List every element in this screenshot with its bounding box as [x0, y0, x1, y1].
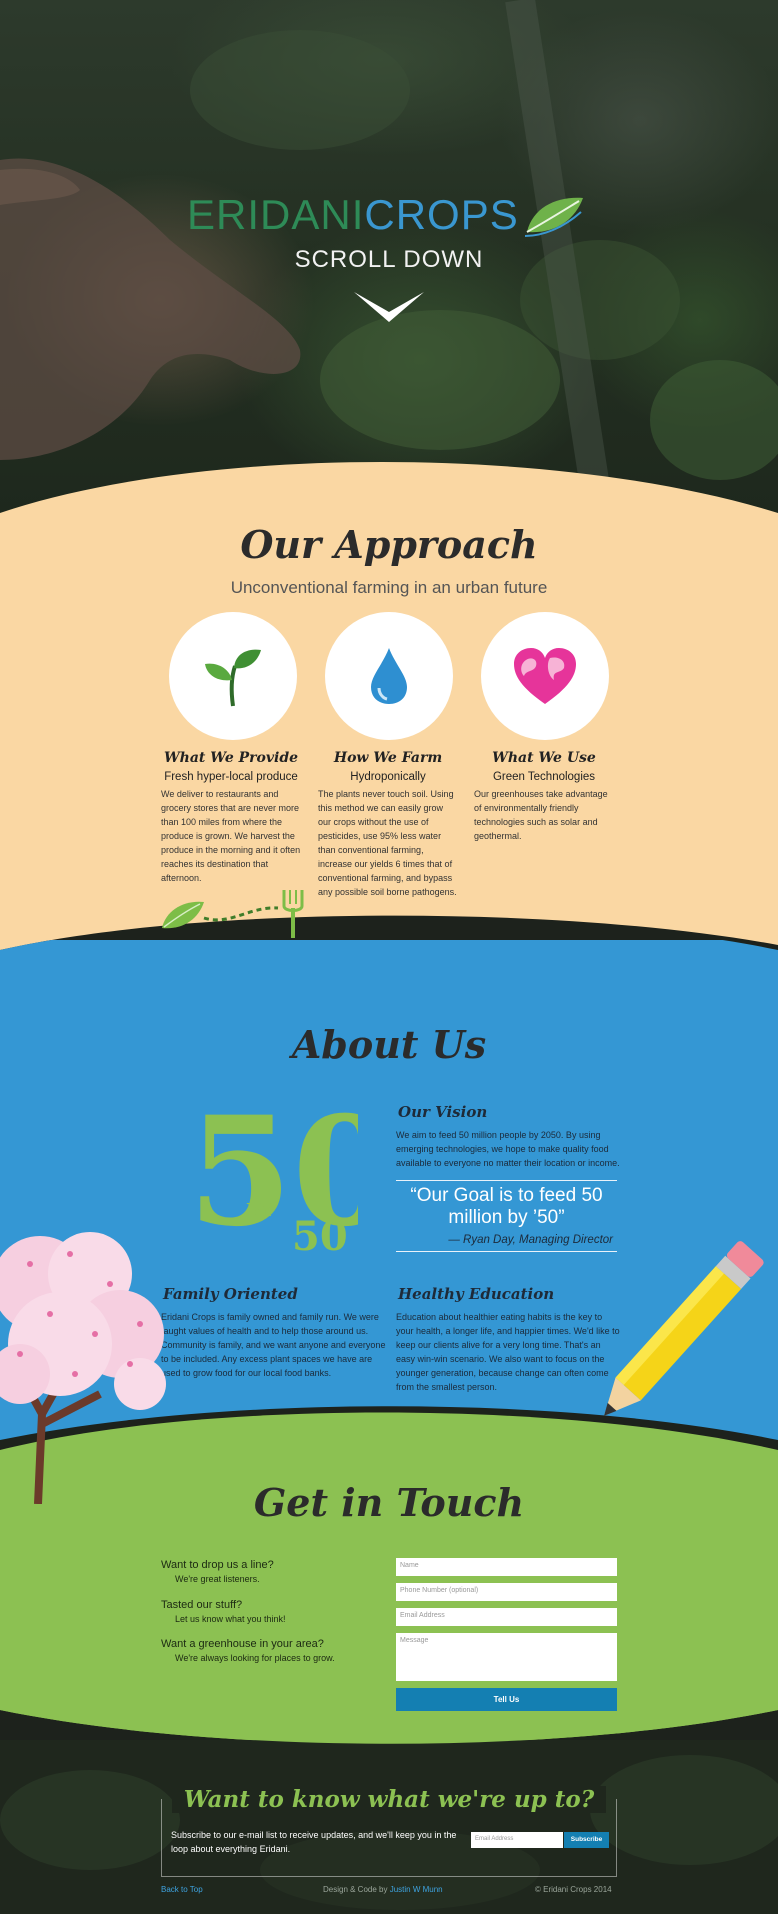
vision-text: We aim to feed 50 million people by 2050…	[396, 1130, 620, 1168]
back-to-top-link[interactable]: Back to Top	[161, 1885, 203, 1894]
subscribe-button[interactable]: Subscribe	[564, 1832, 609, 1848]
about-title: About Us	[291, 1022, 487, 1067]
phone-field[interactable]: Phone Number (optional)	[396, 1583, 617, 1601]
farm-column: How We Farm Hydroponically The plants ne…	[318, 750, 458, 899]
credit-author-link[interactable]: Justin W Munn	[390, 1885, 443, 1894]
chevron-down-icon[interactable]	[354, 290, 424, 324]
leaf-icon	[524, 197, 583, 237]
provide-column: What We Provide Fresh hyper-local produc…	[161, 750, 301, 885]
name-field[interactable]: Name	[396, 1558, 617, 1576]
logo-word-crops: CROPS	[364, 191, 519, 238]
fifty-by-fifty-logo: 50 BY 50	[188, 1106, 358, 1254]
farm-title: How We Farm	[333, 750, 443, 766]
vision-title: Our Vision	[398, 1103, 488, 1121]
tell-us-button[interactable]: Tell Us	[396, 1688, 617, 1711]
leaf-fork-illustration	[162, 890, 304, 938]
family-text: Eridani Crops is family owned and family…	[161, 1312, 386, 1378]
use-subtitle: Green Technologies	[492, 771, 596, 783]
hero-banner: ERIDANI CROPS SCROLL DOWN	[0, 0, 778, 520]
pencil-illustration	[604, 1241, 764, 1416]
site-logo[interactable]: ERIDANI CROPS	[187, 190, 585, 240]
newsletter-email-input[interactable]: Email Address	[471, 1832, 563, 1848]
provide-subtitle: Fresh hyper-local produce	[164, 771, 298, 783]
contact-answer-2: Let us know what you think!	[175, 1614, 286, 1624]
contact-title: Get in Touch	[253, 1480, 525, 1525]
family-title: Family Oriented	[163, 1285, 298, 1303]
provide-text: We deliver to restaurants and grocery st…	[161, 789, 301, 883]
approach-subtitle: Unconventional farming in an urban futur…	[230, 578, 548, 597]
newsletter-text: Subscribe to our e-mail list to receive …	[171, 1830, 457, 1854]
contact-question-2: Tasted our stuff?	[161, 1599, 243, 1611]
farm-subtitle: Hydroponically	[350, 771, 426, 783]
contact-answer-1: We're great listeners.	[175, 1574, 260, 1584]
copyright: © Eridani Crops 2014	[535, 1885, 612, 1894]
globe-heart-icon	[514, 648, 576, 704]
logo-year: 50	[292, 1213, 348, 1254]
newsletter-title: Want to know what we're up to?	[171, 1786, 607, 1813]
scroll-down-label[interactable]: SCROLL DOWN	[0, 246, 778, 274]
approach-title: Our Approach	[240, 522, 538, 567]
provide-circle	[169, 612, 297, 740]
education-title: Healthy Education	[398, 1285, 555, 1303]
contact-answer-3: We're always looking for places to grow.	[175, 1653, 335, 1663]
farm-circle	[325, 612, 453, 740]
contact-question-3: Want a greenhouse in your area?	[161, 1638, 324, 1650]
cherry-tree-illustration	[0, 1232, 166, 1504]
farm-text: The plants never touch soil. Using this …	[318, 789, 457, 897]
use-circle	[481, 612, 609, 740]
use-title: What We Use	[492, 750, 596, 766]
contact-question-1: Want to drop us a line?	[161, 1559, 274, 1571]
credit-line: Design & Code by Justin W Munn	[323, 1885, 443, 1894]
provide-title: What We Provide	[163, 750, 299, 766]
use-text: Our greenhouses take advantage of enviro…	[474, 789, 608, 841]
credit-prefix: Design & Code by	[323, 1885, 390, 1894]
message-field[interactable]: Message	[396, 1633, 617, 1681]
use-column: What We Use Green Technologies Our green…	[474, 750, 614, 843]
contact-background-bottom	[0, 1690, 778, 1744]
logo-by: BY	[246, 1200, 275, 1221]
email-field[interactable]: Email Address	[396, 1608, 617, 1626]
newsletter-title-wrap: Want to know what we're up to?	[0, 1786, 778, 1813]
water-drop-icon	[371, 648, 407, 704]
logo-word-eridani: ERIDANI	[187, 191, 365, 238]
sprout-icon	[205, 649, 261, 707]
